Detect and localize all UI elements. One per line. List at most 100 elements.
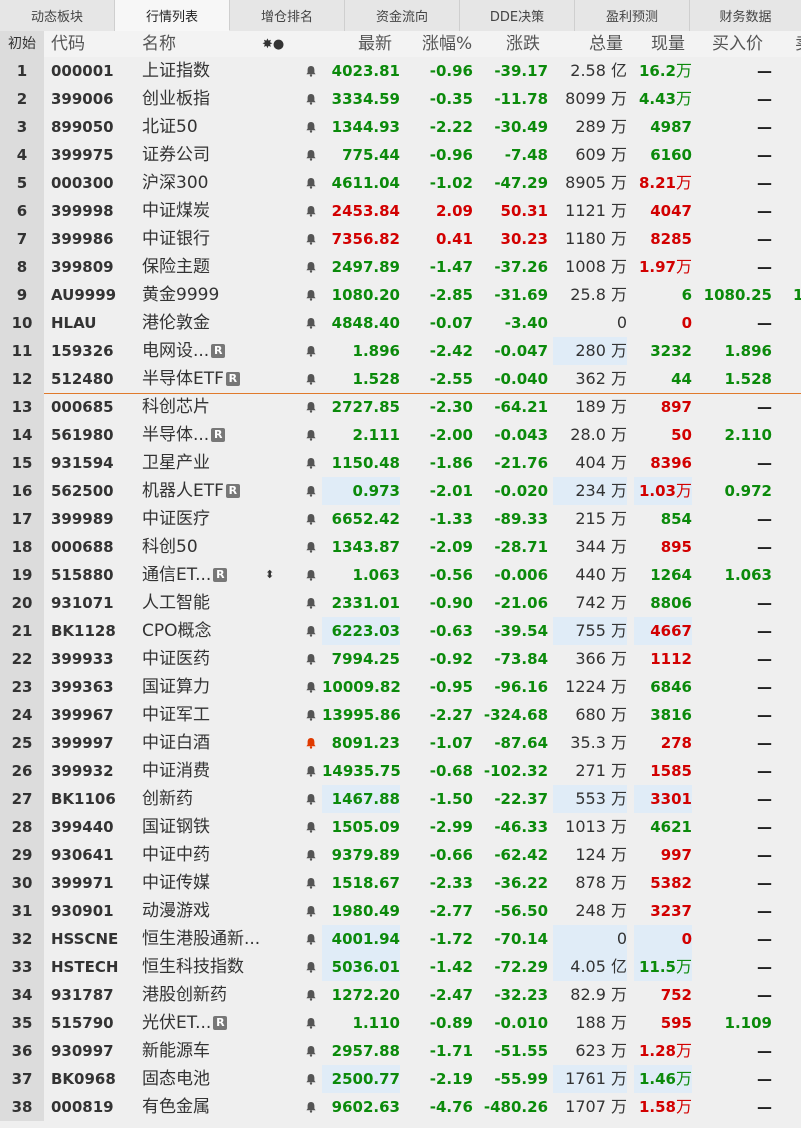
alert-bell-icon[interactable]: [305, 905, 317, 917]
table-row[interactable]: 30 399971 中证传媒 1518.67 -2.33 -36.22 878 万 5382 —: [0, 869, 801, 897]
alert-bell-icon[interactable]: [305, 457, 317, 469]
alert-bell-icon[interactable]: [305, 345, 317, 357]
table-row[interactable]: 11 159326 电网设... R 1.896 -2.42 -0.047 280 万 3232…: [0, 337, 801, 365]
table-row[interactable]: 6 399998 中证煤炭 2453.84 2.09 50.31 1121 万 4047 —: [0, 197, 801, 225]
table-row[interactable]: 25 399997 中证白酒 8091.23 -1.07 -87.64 35.3 万 278 —: [0, 729, 801, 757]
latest-price: 9602.63: [331, 1098, 400, 1116]
table-row[interactable]: 35 515790 光伏ET... R 1.110 -0.89 -0.010 188 万 595…: [0, 1009, 801, 1037]
col-header-price[interactable]: 最新: [358, 31, 392, 58]
alert-bell-icon[interactable]: [305, 625, 317, 637]
alert-bell-icon[interactable]: [305, 737, 317, 749]
alert-bell-icon[interactable]: [305, 821, 317, 833]
tab-4[interactable]: DDE决策: [460, 0, 575, 31]
table-row[interactable]: 29 930641 中证中药 9379.89 -0.66 -62.42 124 万 997 —: [0, 841, 801, 869]
alert-bell-icon[interactable]: [305, 709, 317, 721]
table-row[interactable]: 22 399933 中证医药 7994.25 -0.92 -73.84 366 万 1112 —: [0, 645, 801, 673]
table-row[interactable]: 23 399363 国证算力 10009.82 -0.95 -96.16 1224 万 684…: [0, 673, 801, 701]
alert-bell-icon[interactable]: [305, 485, 317, 497]
tab-0[interactable]: 动态板块: [0, 0, 115, 31]
table-row[interactable]: 36 930997 新能源车 2957.88 -1.71 -51.55 623 万 1.28万…: [0, 1037, 801, 1065]
col-header-current[interactable]: 现量: [651, 31, 685, 58]
table-row[interactable]: 10 HLAU 港伦敦金 4848.40 -0.07 -3.40 0 0 —: [0, 309, 801, 337]
alert-bell-icon[interactable]: [305, 653, 317, 665]
latest-price: 10009.82: [322, 678, 401, 696]
tab-2[interactable]: 增仓排名: [230, 0, 345, 31]
alert-bell-icon[interactable]: [305, 681, 317, 693]
table-row[interactable]: 20 931071 人工智能 2331.01 -0.90 -21.06 742 万 8806 —: [0, 589, 801, 617]
table-row[interactable]: 37 BK0968 固态电池 2500.77 -2.19 -55.99 1761 万 1.46…: [0, 1065, 801, 1093]
table-row[interactable]: 5 000300 沪深300 4611.04 -1.02 -47.29 8905 万 8.21…: [0, 169, 801, 197]
table-row[interactable]: 38 000819 有色金属 9602.63 -4.76 -480.26 1707 万 1.5…: [0, 1093, 801, 1121]
col-header-name[interactable]: 名称: [142, 31, 176, 58]
alert-bell-icon[interactable]: [305, 233, 317, 245]
alert-bell-icon[interactable]: [305, 513, 317, 525]
table-row[interactable]: 18 000688 科创50 1343.87 -2.09 -28.71 344 万 895 —: [0, 533, 801, 561]
table-row[interactable]: 3 899050 北证50 1344.93 -2.22 -30.49 289 万 4987 —: [0, 113, 801, 141]
alert-bell-icon[interactable]: [305, 849, 317, 861]
table-row[interactable]: 31 930901 动漫游戏 1980.49 -2.77 -56.50 248 万 3237 —: [0, 897, 801, 925]
table-row[interactable]: 19 515880 通信ET... R ⬍ 1.063 -0.56 -0.006 440 万 12…: [0, 561, 801, 589]
col-header-icons[interactable]: ✸●: [262, 31, 284, 58]
table-row[interactable]: 2 399006 创业板指 3334.59 -0.35 -11.78 8099 万 4.43万…: [0, 85, 801, 113]
alert-bell-icon[interactable]: [305, 877, 317, 889]
table-row[interactable]: 8 399809 保险主题 2497.89 -1.47 -37.26 1008 万 1.97万…: [0, 253, 801, 281]
table-row[interactable]: 4 399975 证券公司 775.44 -0.96 -7.48 609 万 6160 —: [0, 141, 801, 169]
alert-bell-icon[interactable]: [305, 373, 317, 385]
alert-bell-icon[interactable]: [305, 793, 317, 805]
table-row[interactable]: 21 BK1128 CPO概念 6223.03 -0.63 -39.54 755 万 4667…: [0, 617, 801, 645]
alert-bell-icon[interactable]: [305, 289, 317, 301]
col-header-change[interactable]: 涨跌: [506, 31, 540, 58]
alert-bell-icon[interactable]: [305, 989, 317, 1001]
col-header-index[interactable]: 初始: [0, 31, 44, 58]
table-row[interactable]: 14 561980 半导体... R 2.111 -2.00 -0.043 28.0 万 50 2…: [0, 421, 801, 449]
table-row[interactable]: 28 399440 国证钢铁 1505.09 -2.99 -46.33 1013 万 4621…: [0, 813, 801, 841]
col-header-bid[interactable]: 买入价: [712, 31, 763, 58]
table-row[interactable]: 12 512480 半导体ETF R 1.528 -2.55 -0.040 362 万 44 1.…: [0, 365, 801, 393]
table-row[interactable]: 16 562500 机器人ETF R 0.973 -2.01 -0.020 234 万 1.03…: [0, 477, 801, 505]
table-row[interactable]: 24 399967 中证军工 13995.86 -2.27 -324.68 680 万 381…: [0, 701, 801, 729]
change-percent: -2.19: [429, 1070, 473, 1088]
col-header-volume[interactable]: 总量: [589, 31, 623, 58]
alert-bell-icon[interactable]: [305, 149, 317, 161]
table-row[interactable]: 26 399932 中证消费 14935.75 -0.68 -102.32 271 万 158…: [0, 757, 801, 785]
drag-sort-icon[interactable]: ⬍: [265, 561, 274, 589]
alert-bell-icon[interactable]: [305, 401, 317, 413]
table-row[interactable]: 34 931787 港股创新药 1272.20 -2.47 -32.23 82.9 万 752…: [0, 981, 801, 1009]
alert-bell-icon[interactable]: [305, 177, 317, 189]
tab-3[interactable]: 资金流向: [345, 0, 460, 31]
alert-bell-icon[interactable]: [305, 933, 317, 945]
alert-bell-icon[interactable]: [305, 429, 317, 441]
alert-bell-icon[interactable]: [305, 205, 317, 217]
col-header-code[interactable]: 代码: [51, 31, 85, 58]
alert-bell-icon[interactable]: [305, 1073, 317, 1085]
col-header-pct[interactable]: 涨幅%: [422, 31, 472, 58]
table-row[interactable]: 17 399989 中证医疗 6652.42 -1.33 -89.33 215 万 854 —: [0, 505, 801, 533]
alert-bell-icon[interactable]: [305, 1017, 317, 1029]
alert-bell-icon[interactable]: [305, 1045, 317, 1057]
alert-bell-icon[interactable]: [305, 65, 317, 77]
alert-bell-icon[interactable]: [305, 121, 317, 133]
alert-bell-icon[interactable]: [305, 261, 317, 273]
tab-6[interactable]: 财务数据: [690, 0, 801, 31]
table-row[interactable]: 13 000685 科创芯片 2727.85 -2.30 -64.21 189 万 897 —: [0, 393, 801, 421]
table-row[interactable]: 33 HSTECH 恒生科技指数 5036.01 -1.42 -72.29 4.05 亿 11…: [0, 953, 801, 981]
table-row[interactable]: 32 HSSCNE 恒生港股通新... 4001.94 -1.72 -70.14 0 0 —: [0, 925, 801, 953]
alert-bell-icon[interactable]: [305, 541, 317, 553]
table-row[interactable]: 7 399986 中证银行 7356.82 0.41 30.23 1180 万 8285 —: [0, 225, 801, 253]
alert-bell-icon[interactable]: [305, 317, 317, 329]
alert-bell-icon[interactable]: [305, 765, 317, 777]
table-row[interactable]: 1 000001 上证指数 4023.81 -0.96 -39.17 2.58 亿 16.2万…: [0, 57, 801, 85]
col-header-ask-partial[interactable]: 卖: [795, 31, 801, 58]
table-row[interactable]: 27 BK1106 创新药 1467.88 -1.50 -22.37 553 万 3301 —: [0, 785, 801, 813]
table-row[interactable]: 15 931594 卫星产业 1150.48 -1.86 -21.76 404 万 8396 —: [0, 449, 801, 477]
alert-bell-icon[interactable]: [305, 1101, 317, 1113]
table-row[interactable]: 9 AU9999 黄金9999 1080.20 -2.85 -31.69 25.8 万 6 10…: [0, 281, 801, 309]
alert-bell-icon[interactable]: [305, 93, 317, 105]
total-volume-value: 280: [575, 341, 606, 360]
alert-bell-icon[interactable]: [305, 569, 317, 581]
tab-5[interactable]: 盈利预测: [575, 0, 690, 31]
alert-bell-icon[interactable]: [305, 961, 317, 973]
security-code: HSTECH: [51, 958, 119, 976]
tab-1[interactable]: 行情列表: [115, 0, 230, 31]
alert-bell-icon[interactable]: [305, 597, 317, 609]
